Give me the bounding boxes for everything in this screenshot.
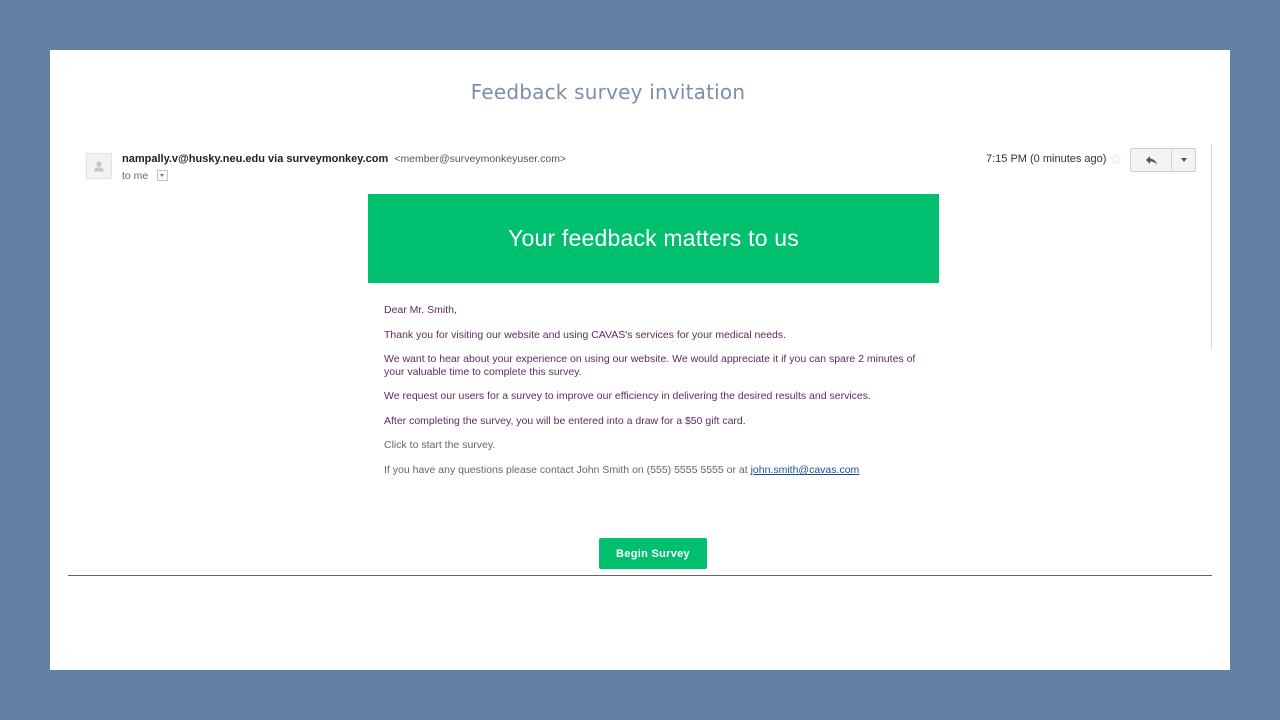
slide-title: Feedback survey invitation bbox=[470, 80, 746, 104]
reply-button[interactable] bbox=[1131, 149, 1172, 171]
reply-icon bbox=[1145, 155, 1157, 165]
paragraph-thanks: Thank you for visiting our website and u… bbox=[384, 329, 786, 341]
more-dropdown-icon bbox=[1180, 158, 1187, 162]
contact-email-link[interactable]: john.smith@cavas.com bbox=[751, 464, 860, 476]
paragraph-request: We request our users for a survey to imp… bbox=[384, 390, 871, 402]
paragraph-experience: We want to hear about your experience on… bbox=[384, 353, 916, 378]
recipient-label: to me bbox=[122, 170, 149, 182]
greeting: Dear Mr. Smith, bbox=[384, 304, 457, 316]
reply-button-group bbox=[1130, 148, 1196, 172]
paragraph-draw: After completing the survey, you will be… bbox=[384, 415, 746, 427]
email-view: nampally.v@husky.neu.edu via surveymonke… bbox=[68, 144, 1212, 576]
more-dropdown-button[interactable] bbox=[1172, 149, 1195, 171]
recipient-line: to me bbox=[122, 170, 169, 182]
banner-text: Your feedback matters to us bbox=[508, 225, 799, 251]
sender-address: <member@surveymonkeyuser.com> bbox=[394, 153, 567, 165]
sender-line: nampally.v@husky.neu.edu via surveymonke… bbox=[122, 153, 566, 165]
slide: Feedback survey invitation nampally.v@hu… bbox=[50, 50, 1230, 670]
email-timestamp: 7:15 PM (0 minutes ago) bbox=[986, 153, 1107, 165]
divider bbox=[1211, 144, 1212, 350]
recipient-details-dropdown-icon[interactable] bbox=[157, 170, 169, 181]
begin-survey-button[interactable]: Begin Survey bbox=[599, 538, 707, 569]
paragraph-contact: If you have any questions please contact… bbox=[384, 464, 859, 477]
avatar-icon bbox=[86, 153, 112, 179]
email-banner: Your feedback matters to us bbox=[368, 194, 939, 283]
star-icon[interactable]: ☆ bbox=[1109, 150, 1122, 168]
sender-name[interactable]: nampally.v@husky.neu.edu via surveymonke… bbox=[122, 153, 388, 165]
horizontal-rule bbox=[68, 575, 1212, 576]
contact-text: If you have any questions please contact… bbox=[384, 464, 751, 476]
paragraph-click: Click to start the survey. bbox=[384, 439, 496, 451]
